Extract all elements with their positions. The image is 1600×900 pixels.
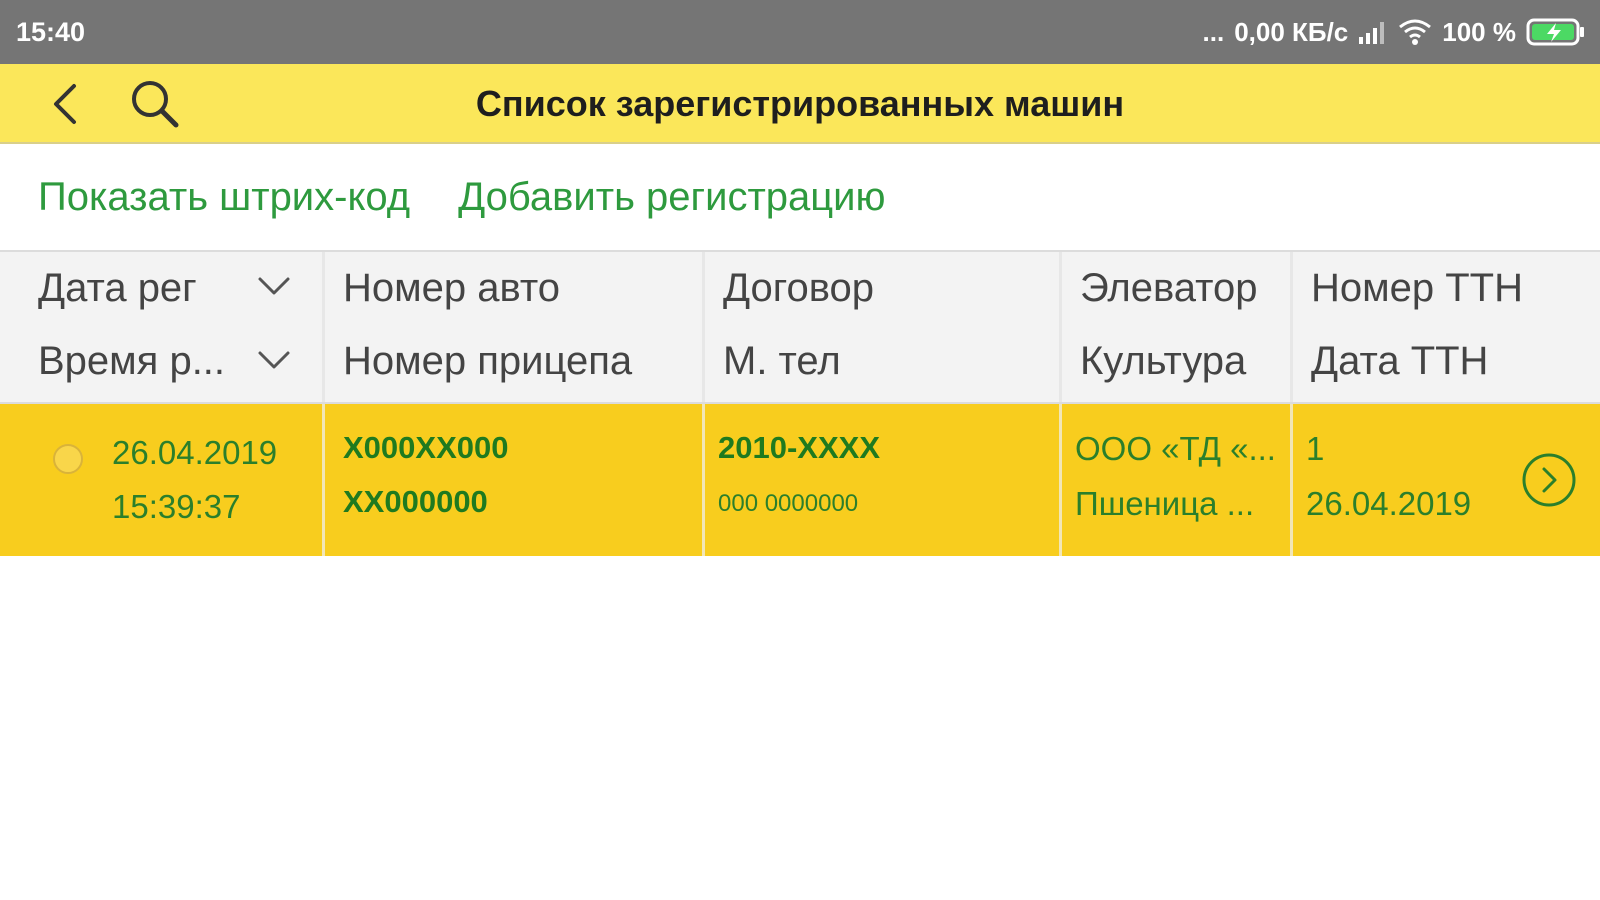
column-header-car[interactable]: Номер авто Номер прицепа bbox=[322, 252, 705, 402]
column-header-date[interactable]: Дата рег Время р... bbox=[0, 252, 322, 402]
header-reg-date[interactable]: Дата рег bbox=[38, 266, 197, 311]
registrations-table: Дата рег Время р... Номер авто Номер при… bbox=[0, 250, 1600, 556]
sort-chevron-down-icon[interactable] bbox=[256, 348, 292, 372]
sort-chevron-down-icon[interactable] bbox=[256, 274, 292, 298]
elevator-name: ООО «ТД «... bbox=[1075, 430, 1276, 467]
table-row[interactable]: 26.04.2019 15:39:37 X000XX000 XX000000 2… bbox=[0, 404, 1600, 556]
car-number: X000XX000 bbox=[343, 430, 509, 465]
header-reg-time[interactable]: Время р... bbox=[38, 339, 225, 384]
contract-number: 2010-XXXX bbox=[718, 430, 880, 465]
cell-car: X000XX000 XX000000 bbox=[322, 404, 705, 556]
crop-name: Пшеница ... bbox=[1075, 485, 1255, 522]
header-ttn-date: Дата ТТН bbox=[1311, 339, 1489, 383]
show-barcode-button[interactable]: Показать штрих-код bbox=[38, 175, 410, 220]
notification-dots: ... bbox=[1202, 16, 1225, 47]
status-bar: 15:40 ... 0,00 КБ/с 100 % bbox=[0, 0, 1600, 64]
status-time: 15:40 bbox=[16, 17, 86, 47]
column-header-elevator[interactable]: Элеватор Культура bbox=[1059, 252, 1293, 402]
header-contract: Договор bbox=[723, 266, 875, 310]
header-car-number: Номер авто bbox=[343, 266, 560, 310]
signal-icon bbox=[1358, 19, 1388, 45]
header-elevator: Элеватор bbox=[1080, 266, 1258, 310]
cell-elevator: ООО «ТД «... Пшеница ... bbox=[1059, 404, 1293, 556]
table-header: Дата рег Время р... Номер авто Номер при… bbox=[0, 250, 1600, 404]
trailer-number: XX000000 bbox=[343, 484, 488, 519]
wifi-icon bbox=[1398, 18, 1432, 46]
open-detail-chevron-icon[interactable] bbox=[1521, 452, 1577, 508]
battery-level: 100 % bbox=[1442, 16, 1516, 47]
add-registration-button[interactable]: Добавить регистрацию bbox=[458, 175, 885, 220]
phone-number: 000 0000000 bbox=[718, 490, 859, 517]
cell-date: 26.04.2019 15:39:37 bbox=[0, 404, 322, 556]
reg-time: 15:39:37 bbox=[112, 488, 241, 525]
header-ttn-number: Номер ТТН bbox=[1311, 266, 1523, 310]
row-radio-button[interactable] bbox=[53, 444, 83, 474]
header-phone: М. тел bbox=[723, 339, 841, 383]
ttn-number: 1 bbox=[1306, 430, 1325, 467]
cell-contract: 2010-XXXX 000 0000000 bbox=[702, 404, 1062, 556]
ttn-date: 26.04.2019 bbox=[1306, 485, 1472, 522]
column-header-contract[interactable]: Договор М. тел bbox=[702, 252, 1062, 402]
app-bar: Список зарегистрированных машин bbox=[0, 64, 1600, 144]
column-header-ttn[interactable]: Номер ТТН Дата ТТН bbox=[1290, 252, 1600, 402]
page-title: Список зарегистрированных машин bbox=[475, 83, 1125, 124]
battery-charging-icon bbox=[1526, 17, 1586, 47]
status-right: ... 0,00 КБ/с 100 % bbox=[1203, 14, 1586, 50]
action-bar: Показать штрих-код Добавить регистрацию bbox=[38, 175, 886, 220]
network-speed: 0,00 КБ/с bbox=[1234, 16, 1349, 47]
reg-date: 26.04.2019 bbox=[112, 434, 278, 471]
cell-ttn: 1 26.04.2019 bbox=[1290, 404, 1600, 556]
header-trailer-number: Номер прицепа bbox=[343, 339, 633, 383]
header-crop: Культура bbox=[1080, 339, 1247, 383]
